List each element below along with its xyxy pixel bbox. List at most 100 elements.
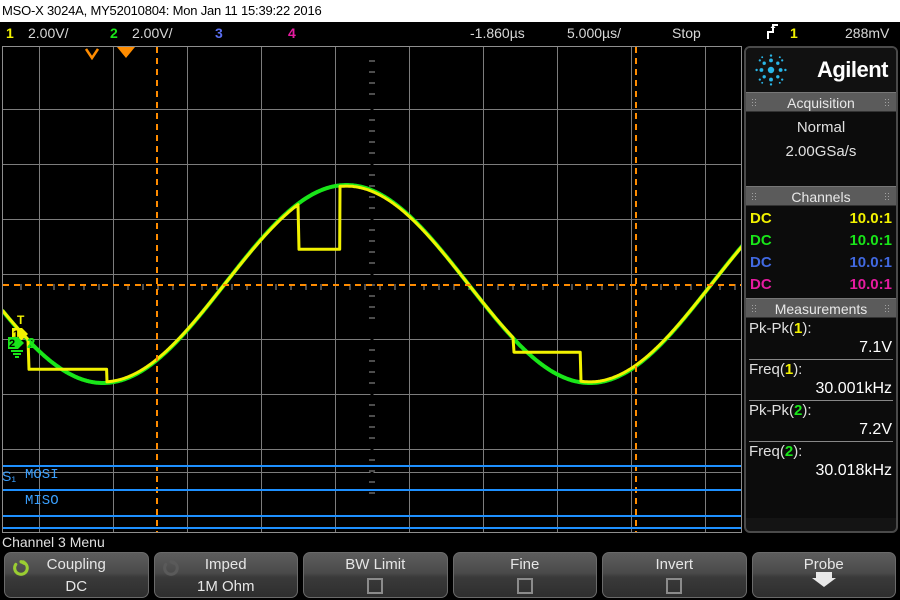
channel-3-probe-ratio: 10.0:1 (849, 254, 892, 271)
measurement-source: 1 (784, 361, 794, 378)
channels-section-header[interactable]: Channels (746, 186, 896, 206)
delay-reference-marker-icon[interactable] (84, 47, 100, 61)
status-bar: 1 2.00V/ 2 2.00V/ 3 4 -1.860µs 5.000µs/ … (0, 22, 900, 44)
grid-vline (483, 47, 484, 532)
trigger-source[interactable]: 1 (790, 22, 798, 44)
trigger-position-marker-icon[interactable] (117, 47, 135, 58)
softkey-coupling-label: Coupling (46, 556, 106, 573)
grid-hline (3, 394, 741, 395)
channel-3-coupling: DC (750, 254, 772, 271)
cursor-y1[interactable] (3, 284, 741, 286)
measurements-section-header[interactable]: Measurements (746, 298, 896, 318)
fine-checkbox[interactable] (516, 578, 533, 594)
trigger-level[interactable]: 288mV (845, 22, 889, 44)
grid-hline (3, 339, 741, 340)
status-ch3-number[interactable]: 3 (215, 22, 223, 44)
measurement-label: Freq(2): (749, 443, 803, 460)
grid-vline (335, 47, 336, 532)
bus-line-foot (3, 527, 741, 529)
bus-line-bottom (3, 515, 741, 517)
cursor-x2[interactable] (635, 47, 637, 532)
status-timebase[interactable]: 5.000µs/ (567, 22, 621, 44)
channel-row[interactable]: DC 10.0:1 (746, 252, 896, 274)
softkey-impedance-label: Imped (204, 556, 247, 573)
grid-vline (631, 47, 632, 532)
channel-4-coupling: DC (750, 276, 772, 293)
measurement-value: 30.001kHz (815, 380, 893, 397)
grip-right-icon (884, 304, 891, 314)
grid-hline (3, 164, 741, 165)
status-run-state[interactable]: Stop (672, 22, 701, 44)
status-delay[interactable]: -1.860µs (470, 22, 525, 44)
side-panel: Agilent Acquisition Normal 2.00GSa/s Cha… (744, 46, 898, 533)
channel-row[interactable]: DC 10.0:1 (746, 230, 896, 252)
grid-vline (705, 47, 706, 532)
softkey-invert-label: Invert (655, 556, 693, 573)
channel-2-probe-ratio: 10.0:1 (849, 232, 892, 249)
measurements-header-label: Measurements (774, 301, 868, 317)
grid-vline (187, 47, 188, 532)
channel-2-ground-marker-icon[interactable]: 2 (6, 334, 32, 360)
softkey-coupling-value: DC (65, 578, 88, 595)
measurement-value: 7.2V (859, 421, 892, 438)
grid-vline (39, 47, 40, 532)
measurement-item[interactable]: Freq(1): 30.001kHz (746, 360, 896, 399)
agilent-logo-icon (755, 54, 787, 86)
channel-row[interactable]: DC 10.0:1 (746, 208, 896, 230)
status-ch2-scale[interactable]: 2.00V/ (132, 22, 172, 44)
grip-left-icon (751, 192, 758, 202)
bus-line-top (3, 465, 741, 467)
grip-right-icon (884, 192, 891, 202)
bus-row-label-mosi[interactable]: MOSI (25, 467, 59, 483)
softkey-probe[interactable]: Probe (751, 552, 896, 598)
status-ch1-number[interactable]: 1 (6, 22, 14, 44)
cursor-x1[interactable] (156, 47, 158, 532)
measurement-value: 30.018kHz (815, 462, 893, 479)
trigger-rising-edge-icon (766, 23, 779, 47)
grip-right-icon (884, 98, 891, 108)
channel-1-probe-ratio: 10.0:1 (849, 210, 892, 227)
grid-hline (3, 219, 741, 220)
bus-row-label-miso[interactable]: MISO (25, 493, 59, 509)
measurement-item[interactable]: Pk-Pk(2): 7.2V (746, 401, 896, 440)
measurement-value: 7.1V (859, 339, 892, 356)
softkey-bw-limit[interactable]: BW Limit (303, 552, 448, 598)
softkey-fine[interactable]: Fine (452, 552, 597, 598)
invert-checkbox[interactable] (666, 578, 683, 594)
status-ch4-number[interactable]: 4 (288, 22, 296, 44)
bw-limit-checkbox[interactable] (367, 578, 384, 594)
acquisition-header-label: Acquisition (787, 95, 855, 111)
measurement-label: Pk-Pk(2): (749, 402, 812, 419)
softkey-bw-limit-label: BW Limit (345, 556, 406, 573)
grid-vline (261, 47, 262, 532)
measurement-item[interactable]: Pk-Pk(1): 7.1V (746, 319, 896, 358)
acquisition-sample-rate: 2.00GSa/s (785, 143, 857, 160)
acquisition-section-header[interactable]: Acquisition (746, 92, 896, 112)
brand-header: Agilent (746, 48, 896, 92)
measurement-item[interactable]: Freq(2): 30.018kHz (746, 442, 896, 481)
channel-2-coupling: DC (750, 232, 772, 249)
acquisition-mode: Normal (796, 119, 846, 136)
measurement-label: Freq(1): (749, 361, 803, 378)
softkey-bar: Coupling DC Imped 1M Ohm BW Limit Fine I… (0, 552, 900, 598)
softkey-invert[interactable]: Invert (602, 552, 747, 598)
grid-hline (3, 274, 741, 275)
oscilloscope-screen: MSO-X 3024A, MY52010804: Mon Jan 11 15:3… (0, 0, 900, 600)
status-ch1-scale[interactable]: 2.00V/ (28, 22, 68, 44)
serial-bus-marker-label[interactable]: S₁ (2, 468, 16, 484)
grid-hline (3, 449, 741, 450)
svg-text:2: 2 (9, 338, 15, 350)
channels-section-body: DC 10.0:1 DC 10.0:1 DC 10.0:1 DC 10.0:1 (746, 206, 896, 298)
grip-left-icon (751, 304, 758, 314)
bus-line-mid (3, 489, 741, 491)
grid-vline (113, 47, 114, 532)
brand-name: Agilent (816, 57, 889, 82)
softkey-menu-title: Channel 3 Menu (2, 534, 105, 550)
channel-4-probe-ratio: 10.0:1 (849, 276, 892, 293)
softkey-impedance[interactable]: Imped 1M Ohm (153, 552, 298, 598)
waveform-graticule[interactable]: 2 MOSI MISO (2, 46, 742, 533)
channel-row[interactable]: DC 10.0:1 (746, 274, 896, 296)
grip-left-icon (751, 98, 758, 108)
softkey-coupling[interactable]: Coupling DC (4, 552, 149, 598)
status-ch2-number[interactable]: 2 (110, 22, 118, 44)
